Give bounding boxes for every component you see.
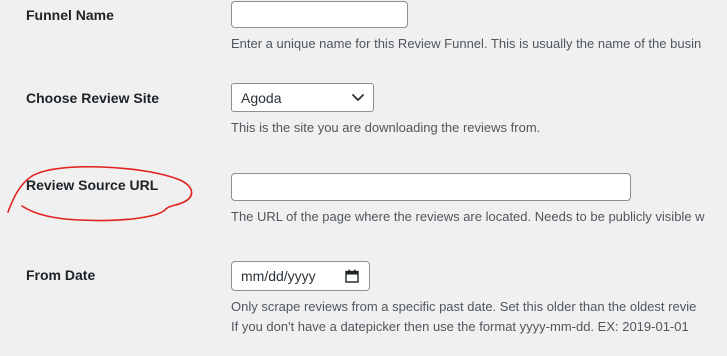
review-source-url-label: Review Source URL: [26, 177, 159, 193]
from-date-description-line1: Only scrape reviews from a specific past…: [231, 299, 697, 314]
review-source-url-input[interactable]: [231, 173, 631, 201]
review-site-description: This is the site you are downloading the…: [231, 120, 541, 135]
from-date-label: From Date: [26, 267, 96, 283]
funnel-name-input[interactable]: [231, 1, 408, 28]
from-date-description-line2: If you don't have a datepicker then use …: [231, 319, 689, 334]
review-source-url-description: The URL of the page where the reviews ar…: [231, 209, 705, 224]
calendar-icon[interactable]: [345, 269, 359, 283]
from-date-placeholder: mm/dd/yyyy: [241, 268, 316, 284]
review-site-select[interactable]: Agoda: [231, 83, 374, 112]
from-date-input[interactable]: mm/dd/yyyy: [231, 261, 370, 291]
review-site-selected-value: Agoda: [241, 90, 282, 106]
funnel-name-label: Funnel Name: [26, 7, 114, 23]
review-site-label: Choose Review Site: [26, 90, 160, 106]
chevron-down-icon: [352, 94, 364, 101]
funnel-name-description: Enter a unique name for this Review Funn…: [231, 36, 702, 51]
